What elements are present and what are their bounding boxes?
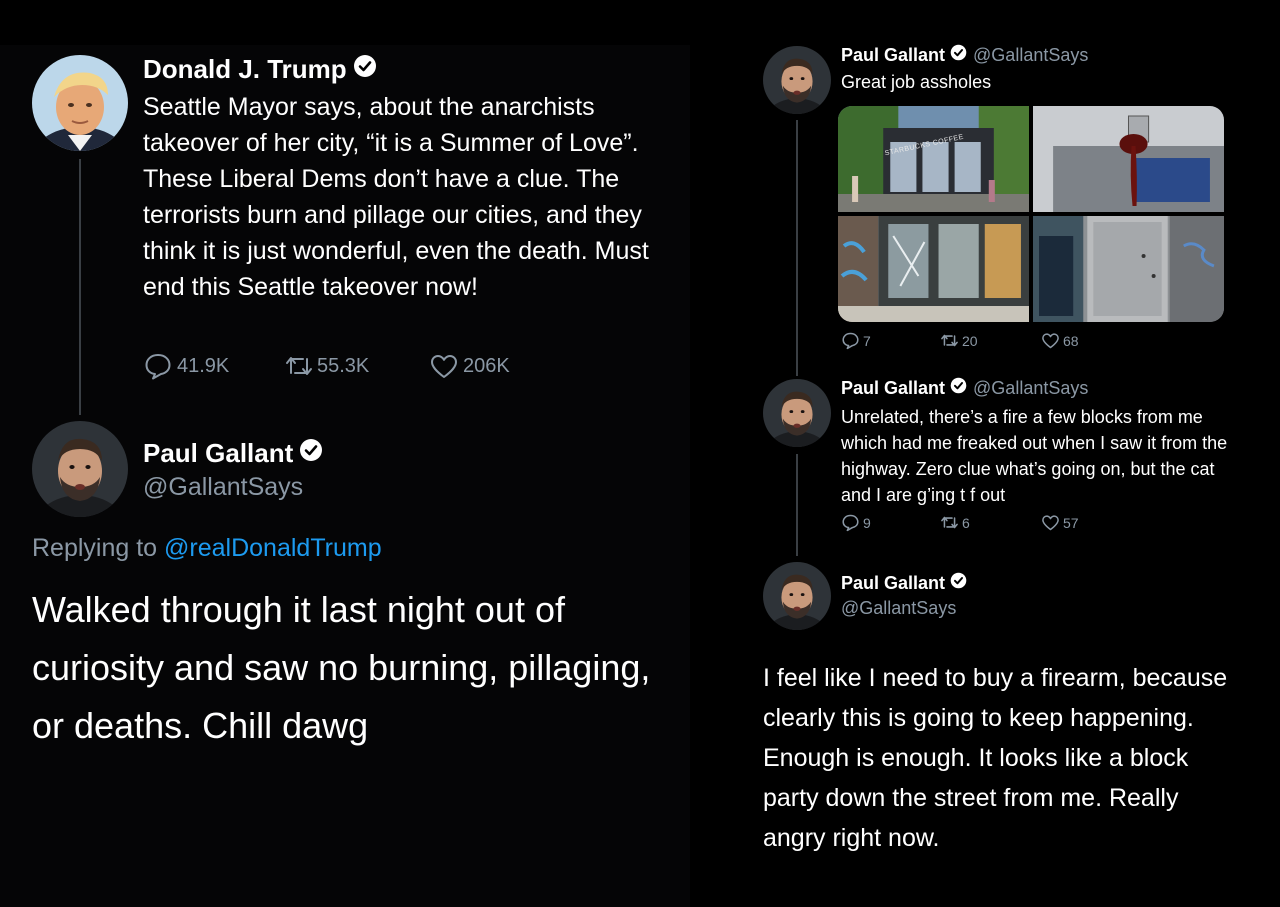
tweet1-header: Paul Gallant @GallantSays xyxy=(841,44,1088,66)
reply-button[interactable]: 9 xyxy=(841,513,939,532)
tweet2-handle[interactable]: @GallantSays xyxy=(973,378,1088,399)
like-count: 68 xyxy=(1063,332,1079,349)
retweet-icon xyxy=(939,331,960,350)
thread-connector-line xyxy=(796,120,798,376)
tweet2-text: Unrelated, there’s a fire a few blocks f… xyxy=(841,407,1228,505)
like-count: 57 xyxy=(1063,514,1079,531)
verified-badge-icon xyxy=(950,44,967,66)
reply-count: 41.9K xyxy=(177,354,230,377)
replying-to-line: Replying to @realDonaldTrump xyxy=(32,534,382,563)
thread-connector-line xyxy=(79,159,81,415)
tweet1-handle[interactable]: @GallantSays xyxy=(973,45,1088,66)
trump-tweet-actions: 41.9K 55.3K 206K xyxy=(143,351,510,381)
like-button[interactable]: 206K xyxy=(429,351,510,381)
right-screenshot-panel: Paul Gallant @GallantSays Great job assh… xyxy=(738,30,1248,870)
heart-icon xyxy=(1041,331,1060,350)
thread-connector-line xyxy=(796,454,798,556)
tweet1-media-grid[interactable]: STARBUCKS COFFEE xyxy=(838,106,1224,322)
tweet2-display-name[interactable]: Paul Gallant xyxy=(841,378,945,399)
tweet2-actions: 9 6 57 xyxy=(841,513,1079,532)
gallant-display-name[interactable]: Paul Gallant xyxy=(143,437,323,469)
heart-icon xyxy=(429,351,459,381)
replying-to-link[interactable]: @realDonaldTrump xyxy=(164,534,382,562)
reply-count: 7 xyxy=(863,332,871,349)
media-photo-graffiti-door[interactable] xyxy=(1033,216,1224,322)
verified-badge-icon xyxy=(950,572,967,594)
retweet-button[interactable]: 20 xyxy=(939,331,1041,350)
trump-name-text: Donald J. Trump xyxy=(143,53,347,84)
tweet1-actions: 7 20 68 xyxy=(841,331,1079,350)
retweet-count: 55.3K xyxy=(317,354,370,377)
reply-icon xyxy=(841,513,860,532)
verified-badge-icon xyxy=(950,377,967,399)
gallant-name-text: Paul Gallant xyxy=(143,437,294,468)
verified-badge-icon xyxy=(353,54,377,85)
tweet3-handle[interactable]: @GallantSays xyxy=(841,598,956,619)
like-button[interactable]: 68 xyxy=(1041,331,1079,350)
trump-tweet-text: Seattle Mayor says, about the anarchists… xyxy=(143,93,649,301)
media-photo-broken-windows[interactable] xyxy=(838,216,1029,322)
gallant-avatar[interactable] xyxy=(763,46,831,114)
retweet-icon xyxy=(939,513,960,532)
heart-icon xyxy=(1041,513,1060,532)
tweet3-header: Paul Gallant xyxy=(841,572,967,594)
reply-icon xyxy=(143,351,173,381)
tweet3-display-name[interactable]: Paul Gallant xyxy=(841,573,945,594)
trump-avatar[interactable] xyxy=(32,55,128,151)
retweet-icon xyxy=(283,351,315,381)
retweet-count: 6 xyxy=(962,514,970,531)
retweet-button[interactable]: 55.3K xyxy=(283,351,429,381)
gallant-avatar[interactable] xyxy=(763,562,831,630)
like-count: 206K xyxy=(463,354,510,377)
retweet-button[interactable]: 6 xyxy=(939,513,1041,532)
left-screenshot-panel: Donald J. Trump Seattle Mayor says, abou… xyxy=(0,45,690,907)
media-photo-storefront[interactable]: STARBUCKS COFFEE xyxy=(838,106,1029,212)
gallant-avatar[interactable] xyxy=(32,421,128,517)
reply-button[interactable]: 7 xyxy=(841,331,939,350)
retweet-count: 20 xyxy=(962,332,978,349)
gallant-reply-text: Walked through it last night out of curi… xyxy=(32,589,651,746)
verified-badge-icon xyxy=(299,438,323,469)
reply-count: 9 xyxy=(863,514,871,531)
tweet2-header: Paul Gallant @GallantSays xyxy=(841,377,1088,399)
tweet3-text: I feel like I need to buy a firearm, bec… xyxy=(763,664,1228,852)
tweet1-display-name[interactable]: Paul Gallant xyxy=(841,45,945,66)
reply-button[interactable]: 41.9K xyxy=(143,351,283,381)
replying-to-label: Replying to xyxy=(32,534,158,562)
gallant-avatar[interactable] xyxy=(763,379,831,447)
like-button[interactable]: 57 xyxy=(1041,513,1079,532)
reply-icon xyxy=(841,331,860,350)
trump-display-name[interactable]: Donald J. Trump xyxy=(143,53,377,85)
gallant-handle[interactable]: @GallantSays xyxy=(143,473,303,502)
media-photo-damaged-screen[interactable] xyxy=(1033,106,1224,212)
tweet1-text: Great job assholes xyxy=(841,72,992,92)
